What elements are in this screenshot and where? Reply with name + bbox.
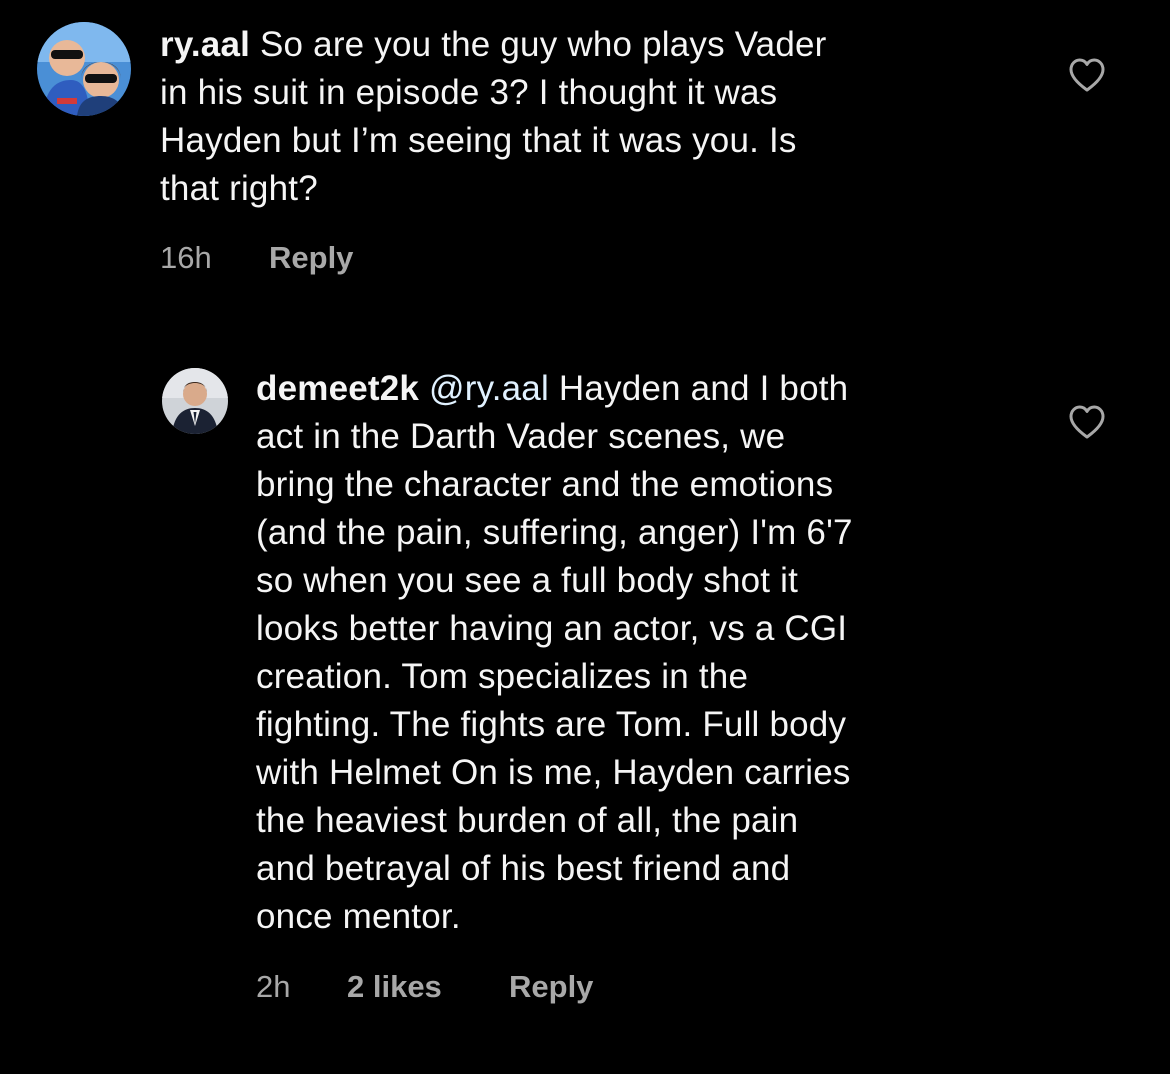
avatar-photo-icon xyxy=(37,22,131,116)
user-avatar[interactable] xyxy=(162,368,228,434)
comment-meta: 16h Reply xyxy=(160,238,560,278)
comment-line: creation. Tom specializes in the xyxy=(256,657,749,696)
comment-username[interactable]: demeet2k xyxy=(256,369,419,408)
comment-meta: 2h 2 likes Reply xyxy=(256,967,756,1007)
heart-icon[interactable] xyxy=(1068,57,1106,93)
comment-line: act in the Darth Vader scenes, we xyxy=(256,417,786,456)
comment-text: ry.aal So are you the guy who plays Vade… xyxy=(160,21,827,213)
comment-line: So are you the guy who plays Vader xyxy=(260,25,827,64)
comment-line: that right? xyxy=(160,169,318,208)
comment-timestamp: 2h xyxy=(256,969,291,1004)
user-avatar[interactable] xyxy=(37,22,131,116)
comment-username[interactable]: ry.aal xyxy=(160,25,250,64)
comment-line: with Helmet On is me, Hayden carries xyxy=(256,753,851,792)
heart-icon[interactable] xyxy=(1068,404,1106,440)
comment-text: demeet2k @ry.aal Hayden and I both act i… xyxy=(256,365,853,941)
comment-line: in his suit in episode 3? I thought it w… xyxy=(160,73,778,112)
comment-line: (and the pain, suffering, anger) I'm 6'7 xyxy=(256,513,853,552)
avatar-photo-icon xyxy=(162,368,228,434)
comment-line: so when you see a full body shot it xyxy=(256,561,799,600)
comment-demeet2k: demeet2k @ry.aal Hayden and I both act i… xyxy=(0,340,1170,1040)
comment-line: the heaviest burden of all, the pain xyxy=(256,801,799,840)
reply-button[interactable]: Reply xyxy=(269,238,353,278)
comment-line: bring the character and the emotions xyxy=(256,465,834,504)
comment-line: looks better having an actor, vs a CGI xyxy=(256,609,848,648)
reply-button[interactable]: Reply xyxy=(509,967,593,1007)
comment-line: Hayden and I both xyxy=(558,369,849,408)
comment-timestamp: 16h xyxy=(160,240,212,275)
comment-line: once mentor. xyxy=(256,897,461,936)
mention-link[interactable]: @ry.aal xyxy=(429,369,549,408)
comment-line: fighting. The fights are Tom. Full body xyxy=(256,705,847,744)
likes-count-link[interactable]: 2 likes xyxy=(347,967,442,1007)
comment-line: Hayden but I’m seeing that it was you. I… xyxy=(160,121,797,160)
comment-ryaal: ry.aal So are you the guy who plays Vade… xyxy=(0,0,1170,300)
comment-line: and betrayal of his best friend and xyxy=(256,849,791,888)
